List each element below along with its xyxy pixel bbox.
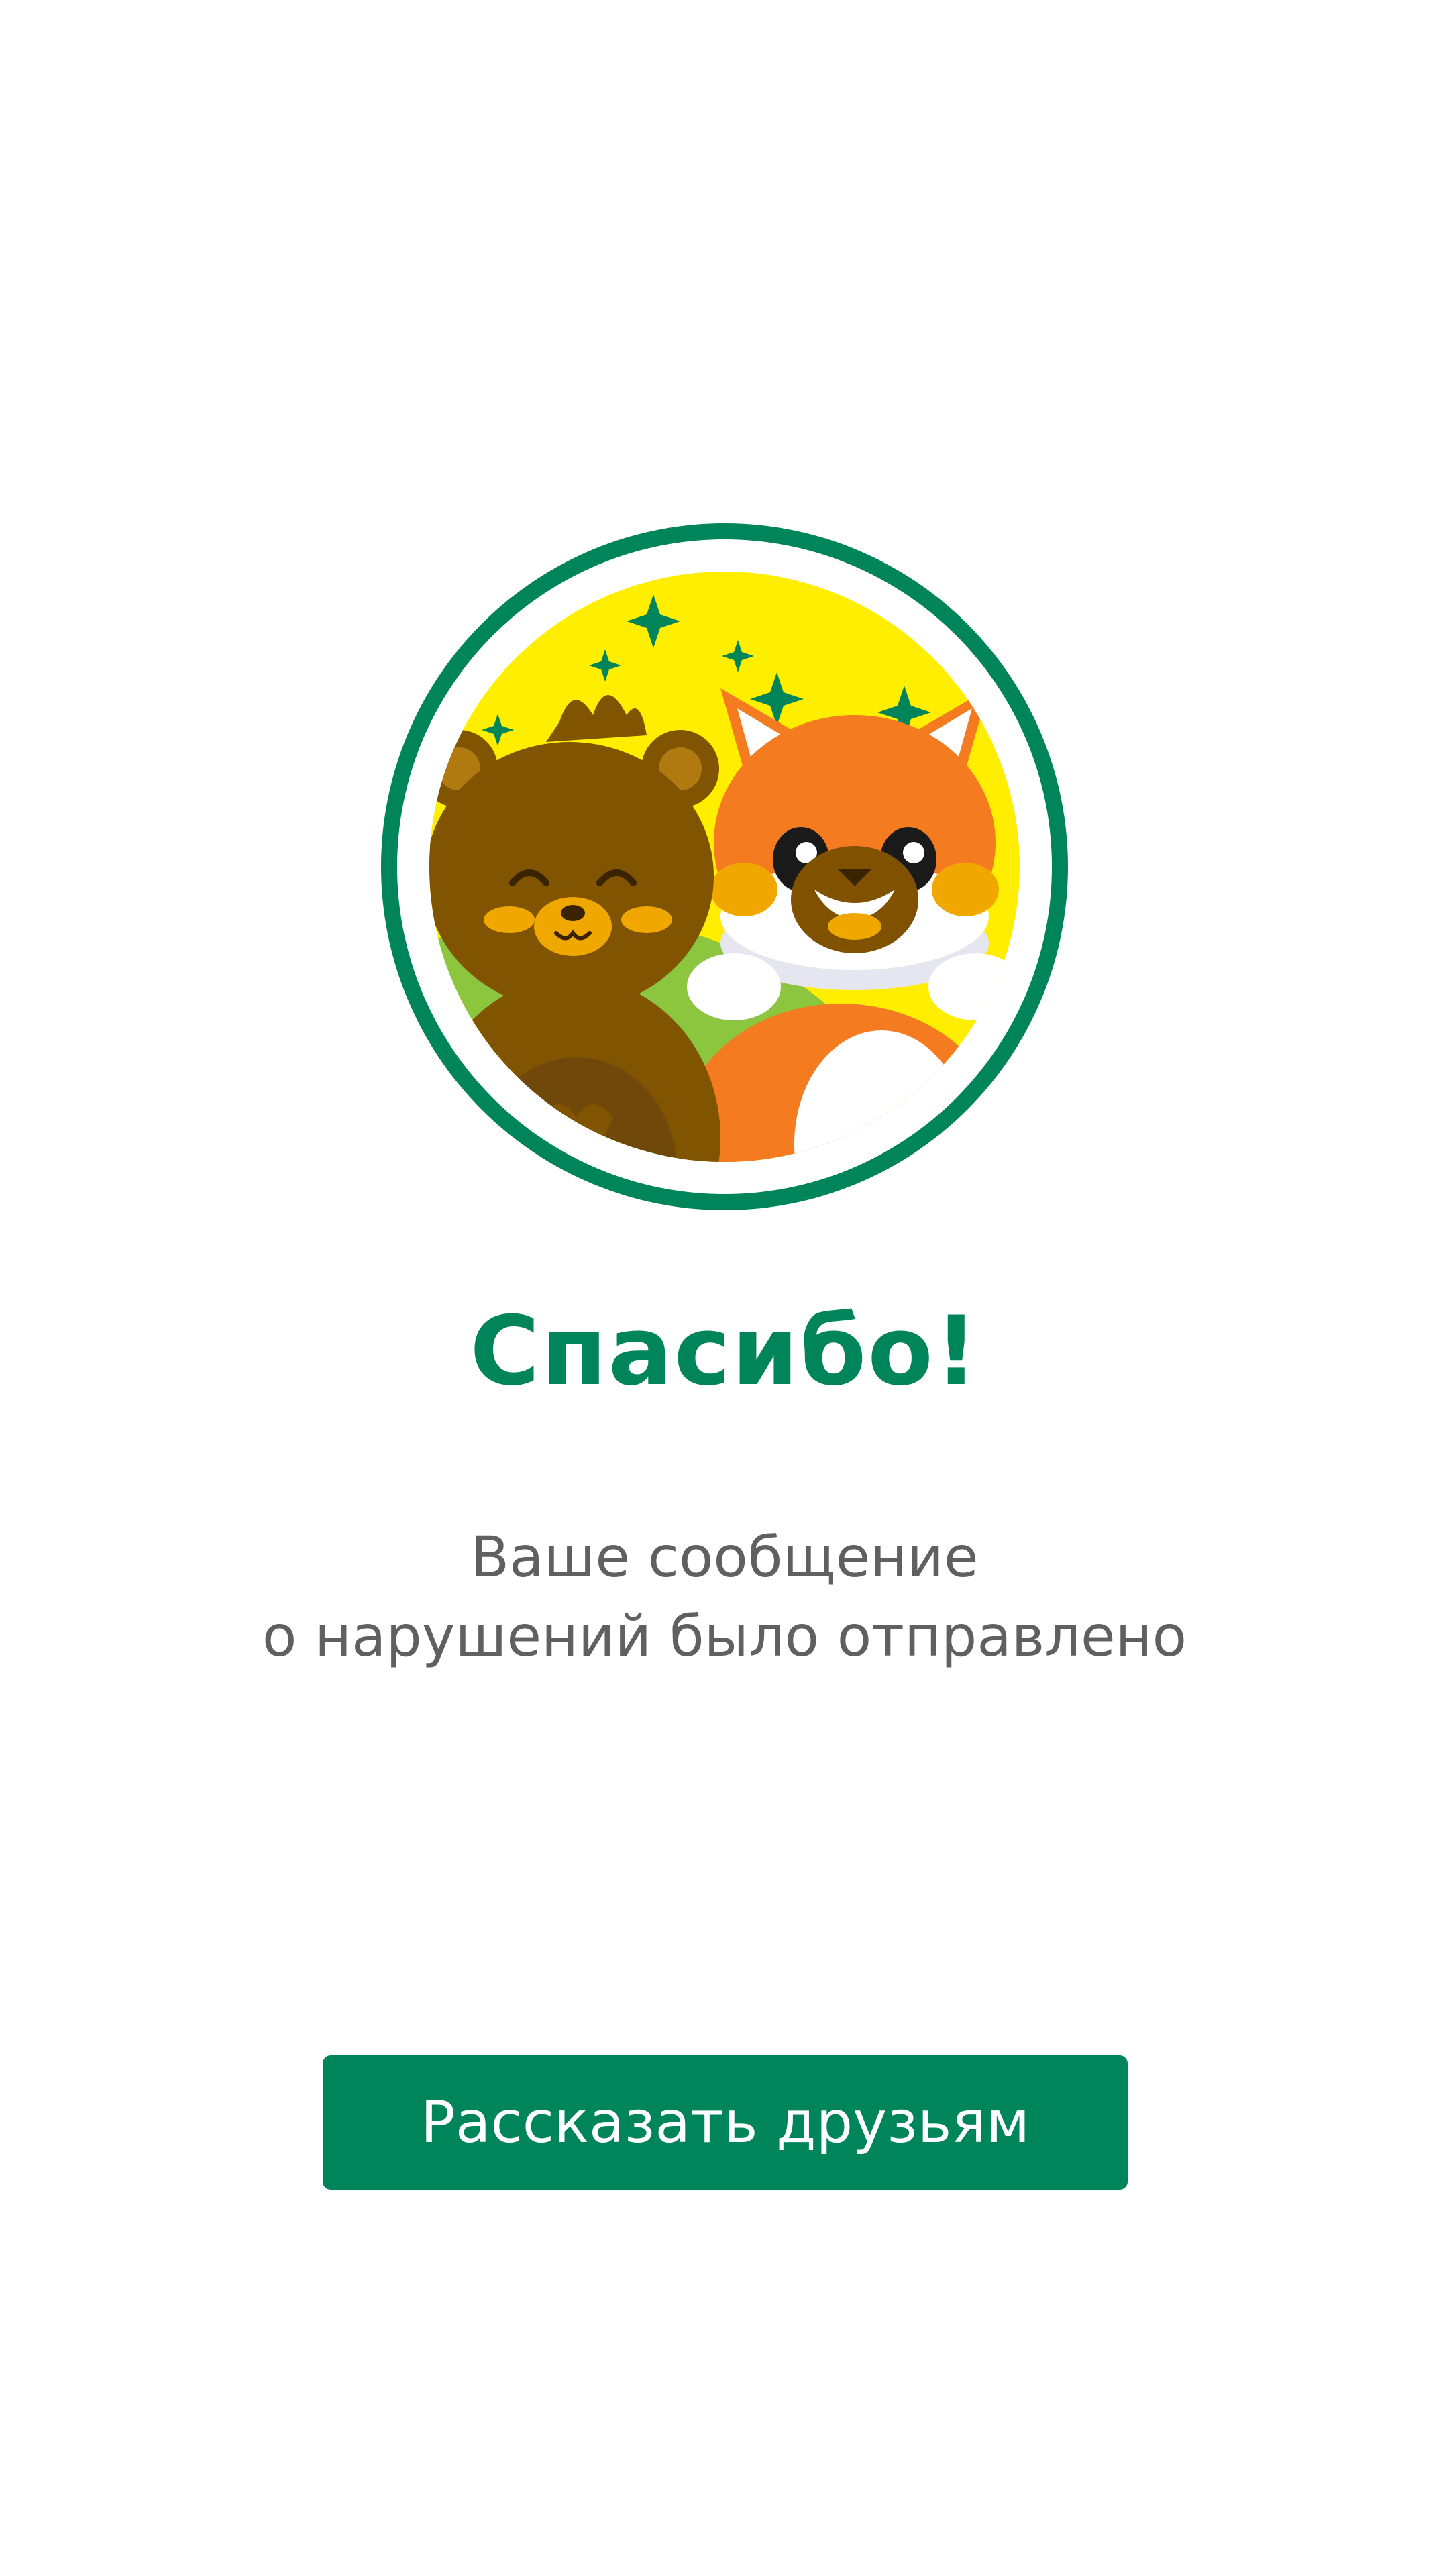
mascots-illustration-svg — [381, 523, 1068, 1210]
confirmation-message-line: о нарушений было отправлено — [262, 1603, 1187, 1669]
page-title: Спасибо! — [470, 1296, 979, 1407]
mascots-illustration — [372, 514, 1077, 1220]
share-with-friends-button[interactable]: Рассказать друзьям — [323, 2055, 1128, 2190]
confirmation-message: Ваше сообщение о нарушений было отправле… — [0, 1517, 1449, 1676]
confirmation-screen: Спасибо! Ваше сообщение о нарушений было… — [0, 0, 1449, 2576]
confirmation-message-line: Ваше сообщение — [470, 1524, 979, 1590]
